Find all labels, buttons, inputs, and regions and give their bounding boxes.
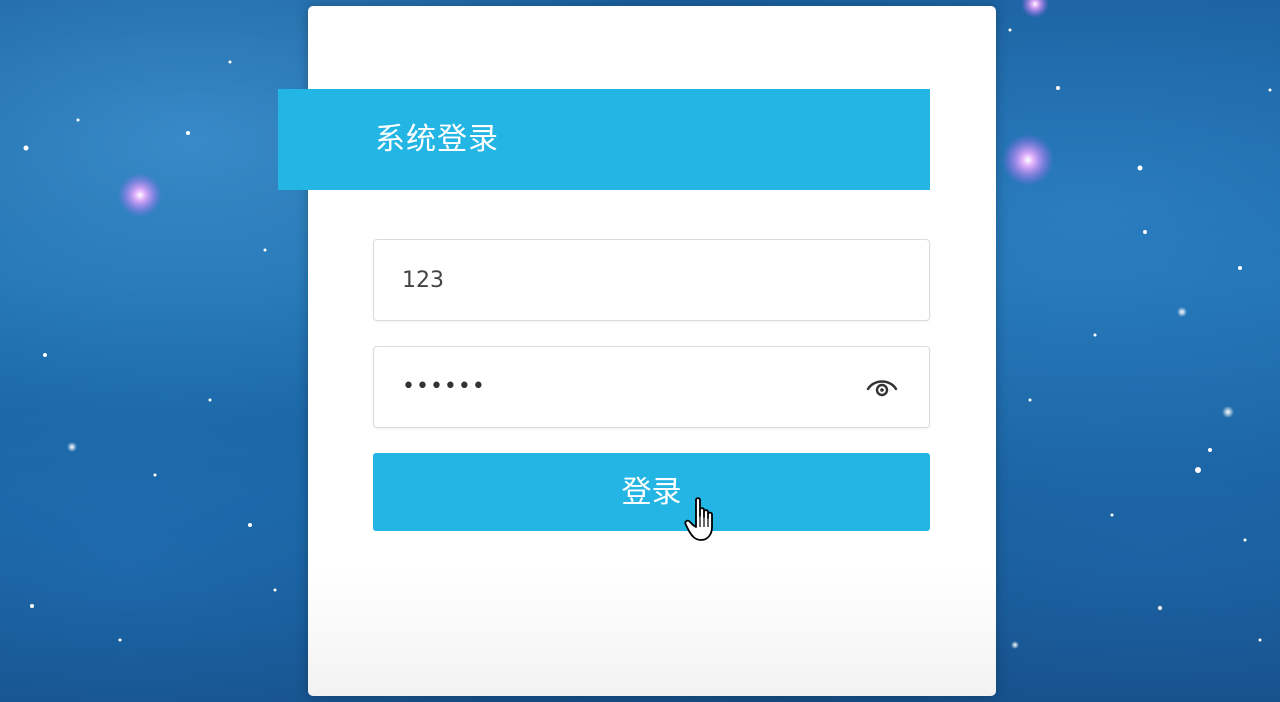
star: [273, 588, 277, 592]
nebula-star-left: [118, 173, 162, 217]
star: [1243, 538, 1247, 542]
star: [228, 60, 232, 64]
star: [67, 442, 77, 452]
hand-pointer-icon: [684, 497, 713, 541]
star: [1268, 88, 1272, 92]
nebula-star-right: [1002, 134, 1054, 186]
login-button[interactable]: 登录: [373, 453, 930, 531]
star: [1137, 165, 1143, 171]
username-input[interactable]: 123: [373, 239, 930, 321]
eye-icon[interactable]: [865, 373, 899, 401]
star: [1011, 641, 1019, 649]
username-value: 123: [402, 268, 444, 293]
star: [1158, 606, 1162, 610]
star: [23, 145, 29, 151]
password-value: ••••••: [402, 374, 486, 399]
star: [208, 398, 212, 402]
password-input[interactable]: ••••••: [373, 346, 930, 428]
star: [118, 638, 122, 642]
star: [1195, 467, 1201, 473]
star: [248, 523, 252, 527]
star: [1110, 513, 1114, 517]
star: [1208, 448, 1212, 452]
star: [1008, 28, 1012, 32]
star: [1143, 230, 1147, 234]
page-title: 系统登录: [375, 122, 499, 157]
star: [76, 118, 80, 122]
star: [43, 353, 47, 357]
star: [186, 131, 190, 135]
star: [1028, 398, 1032, 402]
login-title-banner: 系统登录: [278, 89, 930, 190]
star: [30, 604, 34, 608]
star: [1056, 86, 1060, 90]
star: [1093, 333, 1097, 337]
star: [1258, 638, 1262, 642]
star: [1222, 406, 1234, 418]
star: [153, 473, 157, 477]
star: [1177, 307, 1187, 317]
nebula-star-top-right: [1021, 0, 1049, 18]
star: [1238, 266, 1242, 270]
star: [263, 248, 267, 252]
